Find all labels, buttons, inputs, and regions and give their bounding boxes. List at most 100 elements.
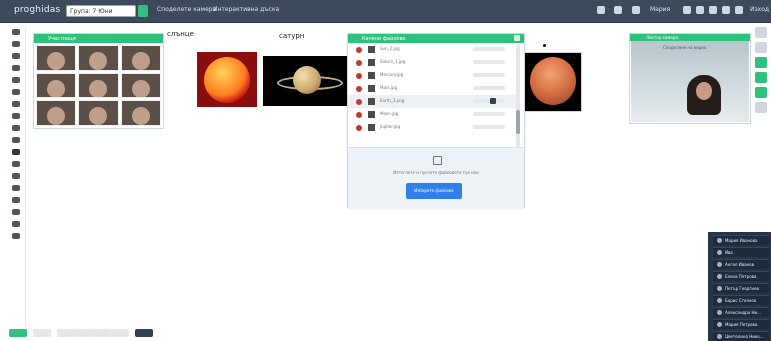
files-close-icon[interactable] (514, 35, 520, 41)
file-share-button[interactable] (490, 98, 496, 104)
file-name: Mars.jpg (380, 85, 398, 90)
page-button[interactable] (57, 329, 75, 337)
speaker-video[interactable]: Споделяне на видео (631, 41, 749, 122)
participant-video[interactable] (78, 72, 119, 99)
choose-files-button[interactable]: Изберете файлове (406, 183, 462, 199)
participant-video[interactable] (36, 45, 77, 71)
roster-name: Цветелина Нико... (725, 334, 764, 339)
right-tool-3-icon[interactable] (755, 57, 767, 68)
more-tool-icon[interactable] (12, 209, 20, 215)
highlighter-tool-icon[interactable] (12, 125, 20, 131)
pen-tool-icon[interactable] (12, 77, 20, 83)
participant-video[interactable] (78, 100, 119, 126)
files-window[interactable]: Качени файлове Sun_2.jpg Saturn_1.jpg Me… (347, 33, 525, 208)
participant-video[interactable] (120, 72, 161, 99)
grid-tool-icon[interactable] (12, 197, 20, 203)
saturn-image[interactable] (263, 56, 348, 106)
file-row[interactable]: Saturn_1.jpg (348, 56, 516, 69)
file-actions[interactable] (473, 60, 505, 64)
file-actions[interactable] (473, 99, 505, 103)
file-actions[interactable] (473, 47, 505, 51)
interactive-board-link[interactable]: Интерактивна дъска (213, 6, 279, 13)
user-icon[interactable] (632, 6, 640, 14)
sun-image[interactable] (197, 52, 257, 107)
file-row[interactable]: Mars.jpg (348, 82, 516, 95)
exit-link[interactable]: Изход (750, 6, 769, 13)
selected-tool-icon[interactable] (12, 149, 20, 155)
speaker-header[interactable]: Лектор камера (630, 34, 750, 41)
right-tool-2-icon[interactable] (755, 42, 767, 53)
mars-image[interactable] (523, 52, 582, 112)
shape-tool-icon[interactable] (12, 65, 20, 71)
roster-item[interactable]: Петър Георгиев (713, 283, 769, 293)
room-input[interactable]: Група: 7 Юни (66, 5, 136, 17)
redo-tool-icon[interactable] (12, 185, 20, 191)
files-scrollbar[interactable] (516, 44, 520, 147)
circle-tool-icon[interactable] (12, 41, 20, 47)
files-header[interactable]: Качени файлове (348, 34, 524, 43)
save-tool-icon[interactable] (12, 233, 20, 239)
speaker-window[interactable]: Лектор камера Споделяне на видео (629, 33, 751, 124)
alert-icon[interactable] (614, 6, 622, 14)
upload-icon (433, 156, 442, 165)
file-actions[interactable] (473, 73, 505, 77)
undo-tool-icon[interactable] (12, 173, 20, 179)
roster-item[interactable]: Елена Петрова (713, 271, 769, 281)
page-button[interactable] (111, 329, 129, 337)
file-row[interactable]: Mercury.jpg (348, 69, 516, 82)
participants-title: Участници (48, 36, 76, 42)
line-tool-icon[interactable] (12, 89, 20, 95)
right-tool-4-icon[interactable] (755, 72, 767, 83)
hand-tool-icon[interactable] (12, 161, 20, 167)
roster-item[interactable]: Ива (713, 247, 769, 257)
move-handle[interactable] (543, 44, 546, 47)
files-scroll-thumb[interactable] (516, 110, 520, 134)
lock-icon[interactable] (735, 6, 743, 14)
file-drop-zone[interactable]: Изтеглете и пуснете файловете тук или Из… (348, 147, 524, 208)
page-button[interactable] (93, 329, 111, 337)
page-button[interactable] (33, 329, 51, 337)
file-actions[interactable] (473, 86, 505, 90)
volume-icon[interactable] (722, 6, 730, 14)
file-actions[interactable] (473, 125, 505, 129)
user-name[interactable]: Мария (650, 6, 670, 13)
participant-video[interactable] (36, 100, 77, 126)
app-logo[interactable]: proghidas (14, 5, 60, 15)
participants-header[interactable]: Участници (34, 34, 163, 43)
settings-icon[interactable] (709, 6, 717, 14)
room-go-button[interactable] (138, 5, 148, 17)
text-tool-icon[interactable] (12, 101, 20, 107)
participant-video[interactable] (120, 45, 161, 71)
page-button[interactable] (75, 329, 93, 337)
roster-item[interactable]: Ангел Иванов (713, 259, 769, 269)
clear-tool-icon[interactable] (12, 221, 20, 227)
files-list: Sun_2.jpg Saturn_1.jpg Mercury.jpg Mars.… (348, 43, 516, 147)
right-tool-1-icon[interactable] (755, 27, 767, 38)
participant-video[interactable] (120, 100, 161, 126)
pointer-tool-icon[interactable] (12, 29, 20, 35)
roster-item[interactable]: Борис Стоянов (713, 295, 769, 305)
participant-video[interactable] (36, 72, 77, 99)
file-row[interactable]: Jupiter.jpg (348, 121, 516, 134)
page-next-button[interactable] (135, 329, 153, 337)
eraser-tool-icon[interactable] (12, 113, 20, 119)
expand-icon[interactable] (597, 6, 605, 14)
file-row[interactable]: Sun_2.jpg (348, 43, 516, 56)
file-actions[interactable] (473, 112, 505, 116)
share-camera-link[interactable]: Споделете камера (157, 6, 216, 13)
roster-item[interactable]: Мария Петрова (713, 319, 769, 329)
marker-tool-icon[interactable] (12, 53, 20, 59)
participant-video[interactable] (78, 45, 119, 71)
page-add-button[interactable] (9, 329, 27, 337)
file-row[interactable]: Moon.jpg (348, 108, 516, 121)
participants-window[interactable]: Участници (33, 33, 164, 129)
right-tool-6-icon[interactable] (755, 102, 767, 113)
zoom-tool-icon[interactable] (12, 137, 20, 143)
chat-icon[interactable] (683, 6, 691, 14)
roster-item[interactable]: Мария Иванова (713, 235, 769, 245)
roster-item[interactable]: Александра Ни... (713, 307, 769, 317)
roster-item[interactable]: Цветелина Нико... (713, 331, 769, 341)
mic-icon[interactable] (696, 6, 704, 14)
right-tool-5-icon[interactable] (755, 87, 767, 98)
file-row-selected[interactable]: Earth_3.png (348, 95, 516, 108)
